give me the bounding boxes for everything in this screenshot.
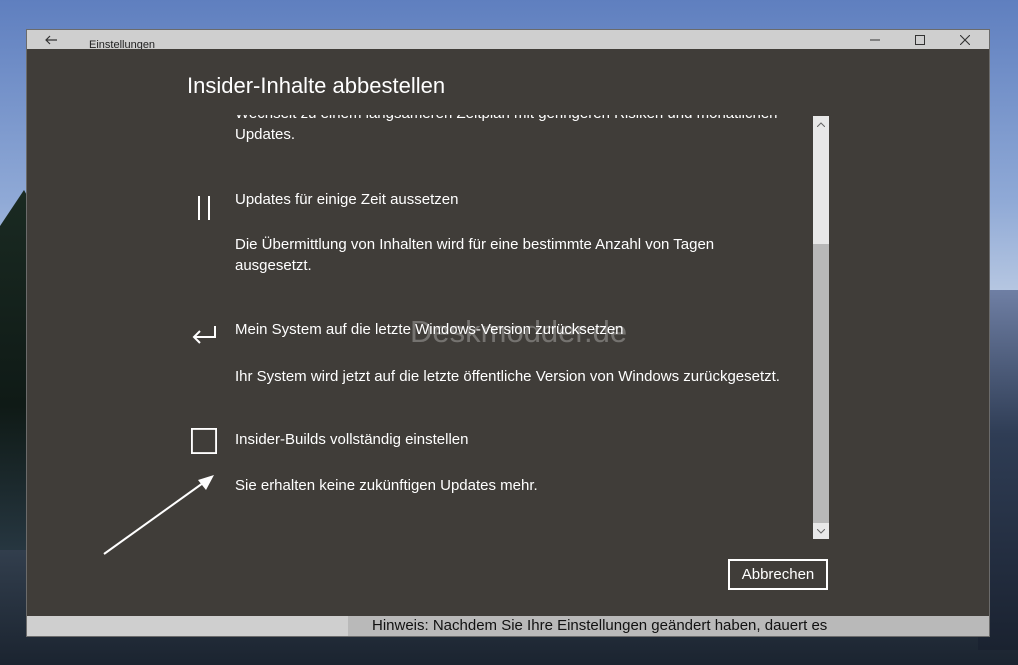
- option-description: Wechselt zu einem langsameren Zeitplan m…: [235, 115, 778, 143]
- stop-square-icon: [191, 428, 217, 454]
- close-icon: [960, 34, 970, 45]
- option-title: Insider-Builds vollständig einstellen: [235, 431, 469, 448]
- scroll-up-button[interactable]: [813, 116, 829, 132]
- close-button[interactable]: [942, 30, 988, 49]
- options-list: Wechselt zu einem langsameren Zeitplan m…: [187, 115, 807, 540]
- vertical-scrollbar[interactable]: [813, 116, 829, 539]
- back-button[interactable]: [27, 30, 75, 49]
- dialog-header: [27, 49, 989, 85]
- minimize-icon: [870, 39, 880, 40]
- cancel-button[interactable]: Abbrechen: [728, 559, 828, 590]
- pause-icon: [191, 195, 217, 221]
- footer-note: Hinweis: Nachdem Sie Ihre Einstellungen …: [348, 616, 989, 636]
- chevron-down-icon: [817, 528, 825, 534]
- dialog-title: Insider-Inhalte abbestellen: [187, 73, 446, 98]
- title-bar: Einstellungen: [27, 30, 989, 51]
- footer-bar: Hinweis: Nachdem Sie Ihre Einstellungen …: [27, 616, 989, 636]
- annotation-arrow-icon: [103, 475, 214, 555]
- maximize-icon: [915, 34, 925, 45]
- option-title: Mein System auf die letzte Windows-Versi…: [235, 321, 624, 338]
- chevron-up-icon: [817, 121, 825, 127]
- option-description: Ihr System wird jetzt auf die letzte öff…: [235, 368, 780, 385]
- scroll-down-button[interactable]: [813, 523, 829, 539]
- minimize-button[interactable]: [852, 30, 898, 49]
- maximize-button[interactable]: [897, 30, 943, 49]
- return-arrow-icon: [191, 322, 217, 348]
- option-description: Die Übermittlung von Inhalten wird für e…: [235, 236, 715, 274]
- option-title: Updates für einige Zeit aussetzen: [235, 191, 459, 208]
- scroll-thumb[interactable]: [813, 132, 829, 244]
- back-arrow-icon: [45, 35, 57, 44]
- option-description: Sie erhalten keine zukünftigen Updates m…: [235, 477, 538, 494]
